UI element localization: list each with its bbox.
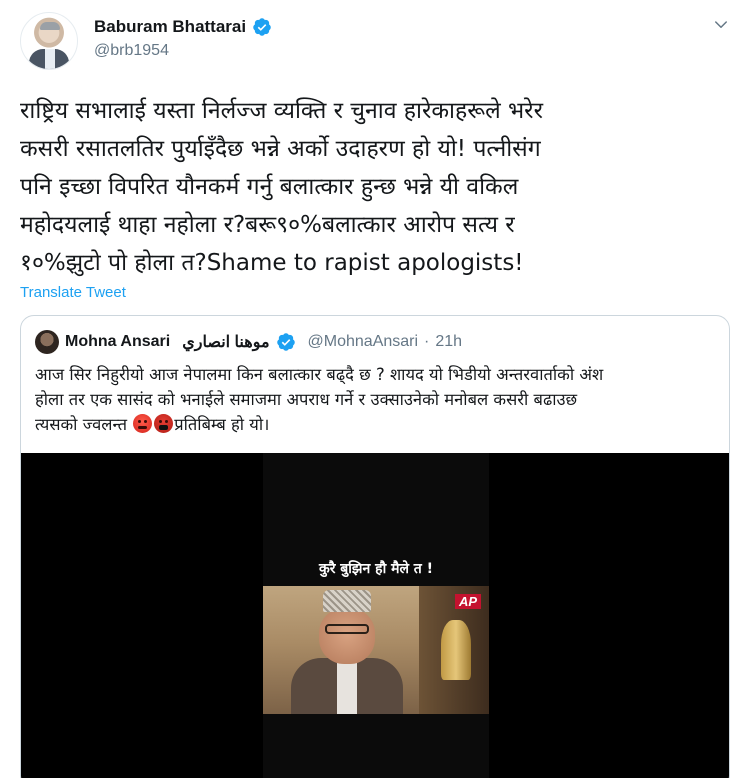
author-avatar[interactable]: [20, 12, 78, 70]
golden-statue: [441, 620, 471, 680]
speaker-face: [319, 608, 375, 664]
quoted-author-avatar: [35, 330, 59, 354]
quoted-tweet-text: आज सिर निहुरीयो आज नेपालमा किन बलात्कार …: [35, 362, 725, 437]
video-player[interactable]: कुरै बुझिन हौ मैले त ! AP: [21, 453, 729, 778]
speaker-cap: [323, 590, 371, 612]
quoted-author-name: Mohna Ansari: [65, 333, 171, 350]
chevron-down-icon[interactable]: [712, 16, 730, 34]
speaker-collar: [337, 658, 357, 714]
channel-logo: AP: [454, 594, 481, 609]
face-with-symbols-on-mouth-icon: [154, 414, 174, 433]
quoted-tweet-header: Mohna Ansari موهنا انصاري @MohnaAnsari ·…: [35, 330, 462, 354]
verified-badge-icon: [253, 18, 271, 36]
speaker-glasses: [325, 624, 369, 634]
author-display-name[interactable]: Baburam Bhattarai: [94, 17, 246, 37]
angry-face-icon: [133, 414, 153, 433]
quoted-text-part1: आज सिर निहुरीयो आज नेपालमा किन बलात्कार …: [35, 365, 604, 434]
author-name-row: Baburam Bhattarai: [94, 17, 272, 37]
tweet-text: राष्ट्रिय सभालाई यस्ता निर्लज्ज व्यक्ति …: [20, 98, 543, 276]
quoted-timestamp: 21h: [435, 333, 463, 350]
quoted-tweet[interactable]: Mohna Ansari موهنا انصاري @MohnaAnsari ·…: [20, 315, 730, 778]
translate-tweet-link[interactable]: Translate Tweet: [20, 284, 126, 301]
verified-badge-icon: [276, 333, 295, 351]
avatar-shirt: [45, 49, 55, 69]
tweet: Baburam Bhattarai @brb1954 राष्ट्रिय सभा…: [0, 0, 754, 778]
quoted-time-separator: ·: [424, 333, 430, 350]
quoted-text-part2: प्रतिबिम्ब हो यो।: [174, 415, 270, 434]
avatar-hair: [40, 22, 60, 30]
quoted-author-name-arabic: موهنا انصاري: [182, 334, 270, 351]
quoted-author-handle: @MohnaAnsari: [307, 333, 419, 350]
video-caption: कुरै बुझिन हौ मैले त !: [318, 561, 434, 577]
author-handle[interactable]: @brb1954: [94, 42, 169, 60]
video-frame: AP: [263, 586, 489, 714]
